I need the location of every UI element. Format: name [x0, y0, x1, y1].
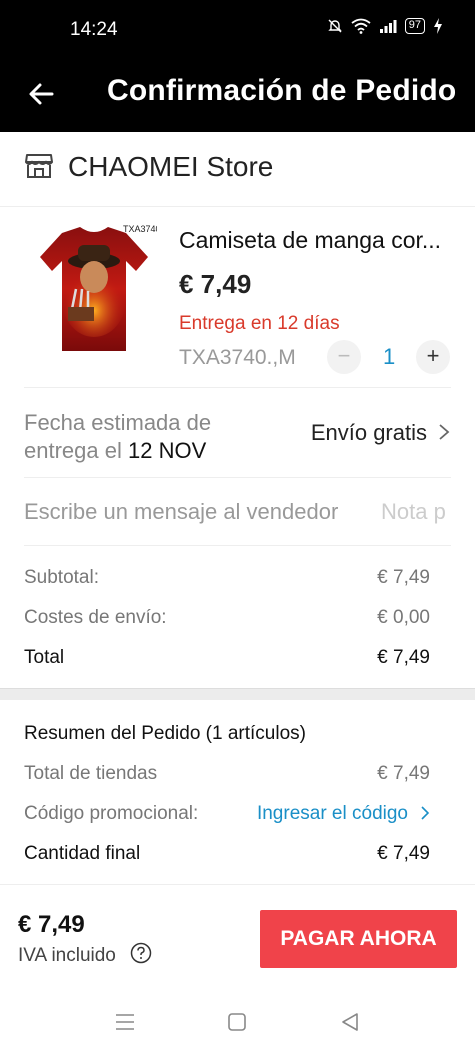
shipping-option[interactable]: Envío gratis [311, 420, 427, 446]
question-circle-icon[interactable] [130, 942, 152, 964]
subtotal-label: Subtotal: [24, 567, 99, 588]
stores-total-label: Total de tiendas [24, 763, 158, 784]
mute-bell-icon [328, 19, 342, 33]
battery-indicator: 97 [404, 18, 425, 34]
total-label: Total [24, 647, 65, 668]
product-variant: TXA3740.,M [179, 346, 296, 369]
wifi-icon [351, 18, 371, 34]
delivery-row[interactable]: Fecha estimada de entrega el 12 NOV Enví… [0, 387, 475, 477]
product-title[interactable]: Camiseta de manga cor... [179, 227, 449, 254]
product-image[interactable]: TXA3740 [32, 219, 157, 359]
promo-code-link[interactable]: Ingresar el código [257, 803, 408, 825]
app-bar: Confirmación de Pedido [0, 60, 475, 132]
product-item: TXA3740 Camiseta de manga cor... € 7,49 … [0, 207, 475, 387]
delivery-date-label: Fecha estimada de entrega el 12 NOV [24, 409, 284, 465]
quantity-decrease-button[interactable]: − [327, 340, 361, 374]
section-divider [0, 688, 475, 700]
triangle-back-icon[interactable] [340, 1012, 360, 1032]
promo-code-label: Código promocional: [24, 803, 199, 824]
status-icons: 97 [327, 18, 443, 34]
checkout-bar: € 7,49 IVA incluido PAGAR AHORA [0, 884, 475, 988]
system-nav-bar [0, 988, 475, 1056]
delivery-date: 12 NOV [127, 438, 207, 463]
store-name: CHAOMEI Store [68, 151, 274, 182]
total-value: € 7,49 [377, 647, 430, 668]
delivery-estimate: Entrega en 12 días [179, 313, 340, 334]
quantity-value: 1 [383, 344, 396, 369]
chevron-right-icon [421, 806, 430, 820]
seller-message-row[interactable]: Escribe un mensaje al vendedor Nota p [0, 477, 475, 545]
stores-total-value: € 7,49 [377, 763, 430, 784]
pay-now-button[interactable]: PAGAR AHORA [260, 910, 457, 968]
page-title: Confirmación de Pedido [107, 74, 457, 107]
square-icon[interactable] [228, 1013, 246, 1031]
seller-message-input[interactable]: Nota p [381, 499, 475, 525]
divider [24, 545, 451, 546]
store-header[interactable]: CHAOMEI Store [0, 132, 475, 207]
tax-note: IVA incluido [18, 945, 116, 966]
product-image-label: TXA3740 [123, 224, 157, 234]
subtotal-value: € 7,49 [377, 567, 430, 588]
status-bar: 14:24 97 [0, 0, 475, 60]
shipping-cost-value: € 0,00 [377, 607, 430, 628]
store-icon [25, 154, 53, 178]
charging-icon [434, 18, 442, 34]
product-price: € 7,49 [179, 269, 252, 299]
status-time: 14:24 [70, 19, 118, 40]
seller-message-label: Escribe un mensaje al vendedor [24, 499, 339, 524]
order-summary-title: Resumen del Pedido (1 artículos) [24, 723, 306, 744]
chevron-right-icon [439, 424, 450, 440]
menu-icon[interactable] [115, 1013, 135, 1031]
checkout-total: € 7,49 [18, 911, 85, 938]
shipping-cost-label: Costes de envío: [24, 607, 167, 628]
final-amount-label: Cantidad final [24, 843, 141, 864]
final-amount-value: € 7,49 [377, 843, 430, 864]
arrow-left-icon[interactable] [26, 78, 58, 110]
quantity-increase-button[interactable]: + [416, 340, 450, 374]
signal-icon [379, 20, 397, 33]
